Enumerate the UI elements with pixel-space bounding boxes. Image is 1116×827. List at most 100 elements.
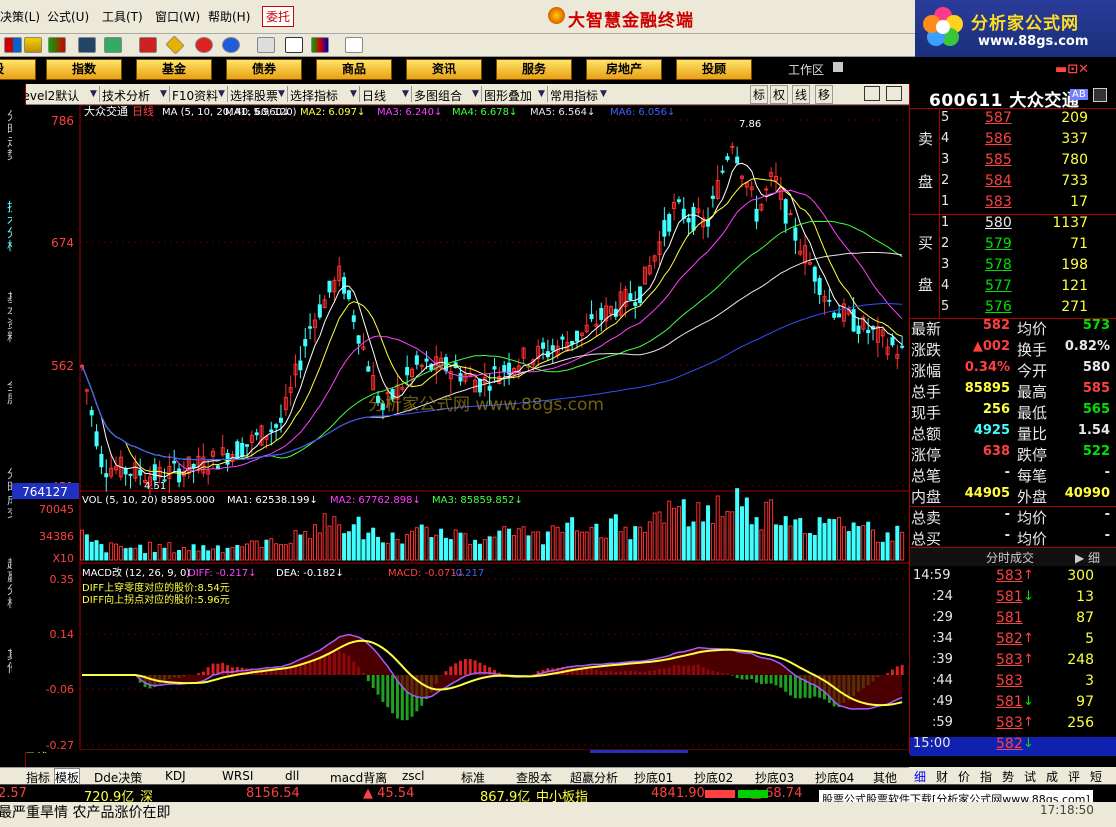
indicator-tab-5[interactable]: dll [285, 769, 299, 783]
chart-tool-1[interactable]: 技术分析 [102, 87, 150, 104]
dropdown-icon[interactable]: ▼ [600, 89, 607, 99]
dropdown-icon[interactable]: ▼ [278, 89, 285, 99]
category-tab-8[interactable]: 投顾 [676, 59, 752, 80]
category-tab-3[interactable]: 债券 [226, 59, 302, 80]
tick-price[interactable]: 583 [996, 568, 1023, 584]
panel-tab-5[interactable]: 试 [1024, 768, 1036, 785]
chart-right-tool-1[interactable]: 权 [770, 85, 789, 104]
volume-bar [545, 531, 550, 561]
ddy-icon[interactable] [222, 37, 240, 53]
chart-tool-7[interactable]: 图形叠加 [484, 87, 532, 104]
chart-tool-3[interactable]: 选择股票 [230, 87, 278, 104]
ask-volume: 733 [1061, 173, 1088, 189]
bid-level: 2 [941, 236, 950, 251]
tick-price[interactable]: 582 [996, 631, 1023, 647]
category-tab-6[interactable]: 服务 [496, 59, 572, 80]
candle-body [730, 145, 735, 148]
menu-item-4[interactable]: 帮助(H) [208, 8, 250, 25]
bid-price[interactable]: 578 [985, 257, 1012, 273]
binoculars-icon[interactable] [78, 37, 96, 53]
dropdown-icon[interactable]: ▼ [90, 89, 97, 99]
category-tab-2[interactable]: 基金 [136, 59, 212, 80]
tick-price[interactable]: 581 [996, 610, 1023, 626]
menu-item-1[interactable]: 公式(U) [47, 8, 89, 25]
indicator-tab-3[interactable]: KDJ [165, 769, 186, 783]
dropdown-icon[interactable]: ▼ [472, 89, 479, 99]
chart-right-tool-3[interactable]: 移 [815, 85, 834, 104]
kline-chart[interactable]: 786674562451大众交通日线MA (5, 10, 20, 40, 60,… [12, 105, 909, 753]
menu-item-3[interactable]: 窗口(W) [155, 8, 200, 25]
panel-tab-7[interactable]: 评 [1068, 768, 1080, 785]
bars-icon[interactable] [48, 37, 66, 53]
order-button[interactable]: 委托 [262, 6, 295, 27]
help-pointer-icon[interactable] [345, 37, 363, 53]
flag-icon[interactable] [4, 37, 22, 53]
dropdown-icon[interactable]: ▼ [160, 89, 167, 99]
tool-divider [287, 86, 288, 102]
panel-tab-0[interactable]: 细 [914, 768, 926, 785]
window-icon[interactable] [285, 37, 303, 53]
expand-icon[interactable] [886, 86, 902, 101]
chart-tool-6[interactable]: 多图组合 [414, 87, 462, 104]
dropdown-icon[interactable]: ▼ [218, 89, 225, 99]
panel-tab-3[interactable]: 指 [980, 768, 992, 785]
indicator-tab-4[interactable]: WRSI [222, 769, 253, 783]
panel-tab-6[interactable]: 成 [1046, 768, 1058, 785]
chart-right-tool-2[interactable]: 线 [792, 85, 811, 104]
panel-toggle-icon[interactable] [1093, 88, 1107, 102]
window-controls[interactable]: ▬⊡✕ [1055, 62, 1111, 80]
menu-item-2[interactable]: 工具(T) [102, 8, 143, 25]
ask-price[interactable]: 587 [985, 110, 1012, 126]
indicator-tabs: 指标 模板 Dde决策 KDJ WRSI dll macd背离 zscl 标准 查股本 超赢分析 抄底… [0, 767, 909, 787]
panel-tab-4[interactable]: 势 [1002, 768, 1014, 785]
ticks-detail-button[interactable]: ▶ 细 [1075, 549, 1100, 566]
ask-price[interactable]: 583 [985, 194, 1012, 210]
volume-bar [177, 550, 182, 561]
period-label[interactable]: 日线 ▲ [24, 751, 62, 753]
category-tab-7[interactable]: 房地产 [586, 59, 662, 80]
pen-icon[interactable] [139, 37, 157, 53]
panel-tab-2[interactable]: 价 [958, 768, 970, 785]
dropdown-icon[interactable]: ▼ [350, 89, 357, 99]
ask-price[interactable]: 586 [985, 131, 1012, 147]
tick-price[interactable]: 581 [996, 589, 1023, 605]
tick-price[interactable]: 581 [996, 694, 1023, 710]
menu-item-0[interactable]: 决策(L) [0, 8, 40, 25]
layout-icon[interactable] [864, 86, 880, 101]
bid-price[interactable]: 576 [985, 299, 1012, 315]
tick-price[interactable]: 583 [996, 715, 1023, 731]
category-tab-0[interactable]: 股 [0, 59, 36, 80]
chart-tool-2[interactable]: F10资料 [172, 87, 218, 104]
bid-price[interactable]: 577 [985, 278, 1012, 294]
category-tab-1[interactable]: 指数 [46, 59, 122, 80]
tick-price[interactable]: 583 [996, 673, 1023, 689]
ma-value: MA6: 6.056↓ [610, 107, 675, 118]
indicator-tab-7[interactable]: zscl [402, 769, 424, 783]
chart-tool-8[interactable]: 常用指标 [550, 87, 598, 104]
workspace-label[interactable]: 工作区 [788, 61, 824, 78]
ddx-icon[interactable] [195, 37, 213, 53]
panel-tab-1[interactable]: 财 [936, 768, 948, 785]
bid-price[interactable]: 580 [985, 215, 1012, 231]
ask-price[interactable]: 585 [985, 152, 1012, 168]
print-icon[interactable] [257, 37, 275, 53]
panel-tab-8[interactable]: 短 [1090, 768, 1102, 785]
news-text[interactable]: 最严重旱情 农产品涨价在即 [0, 802, 170, 822]
tools-icon[interactable] [104, 37, 122, 53]
chart-tool-4[interactable]: 选择指标 [290, 87, 338, 104]
category-tab-4[interactable]: 商品 [316, 59, 392, 80]
dropdown-icon[interactable]: ▼ [538, 89, 545, 99]
tick-price[interactable]: 583 [996, 652, 1023, 668]
grid-icon[interactable] [24, 37, 42, 53]
chart-right-tool-0[interactable]: 标 [750, 85, 769, 104]
dropdown-icon[interactable]: ▼ [402, 89, 409, 99]
book-icon[interactable] [311, 37, 329, 53]
chart-tool-5[interactable]: 日线 [362, 87, 386, 104]
bid-price[interactable]: 579 [985, 236, 1012, 252]
tick-price[interactable]: 582 [996, 736, 1023, 752]
diamond-icon[interactable] [165, 35, 185, 55]
chevron-down-icon[interactable] [833, 62, 843, 72]
category-tab-5[interactable]: 资讯 [406, 59, 482, 80]
ab-badge[interactable]: AB [1070, 89, 1088, 100]
ask-price[interactable]: 584 [985, 173, 1012, 189]
